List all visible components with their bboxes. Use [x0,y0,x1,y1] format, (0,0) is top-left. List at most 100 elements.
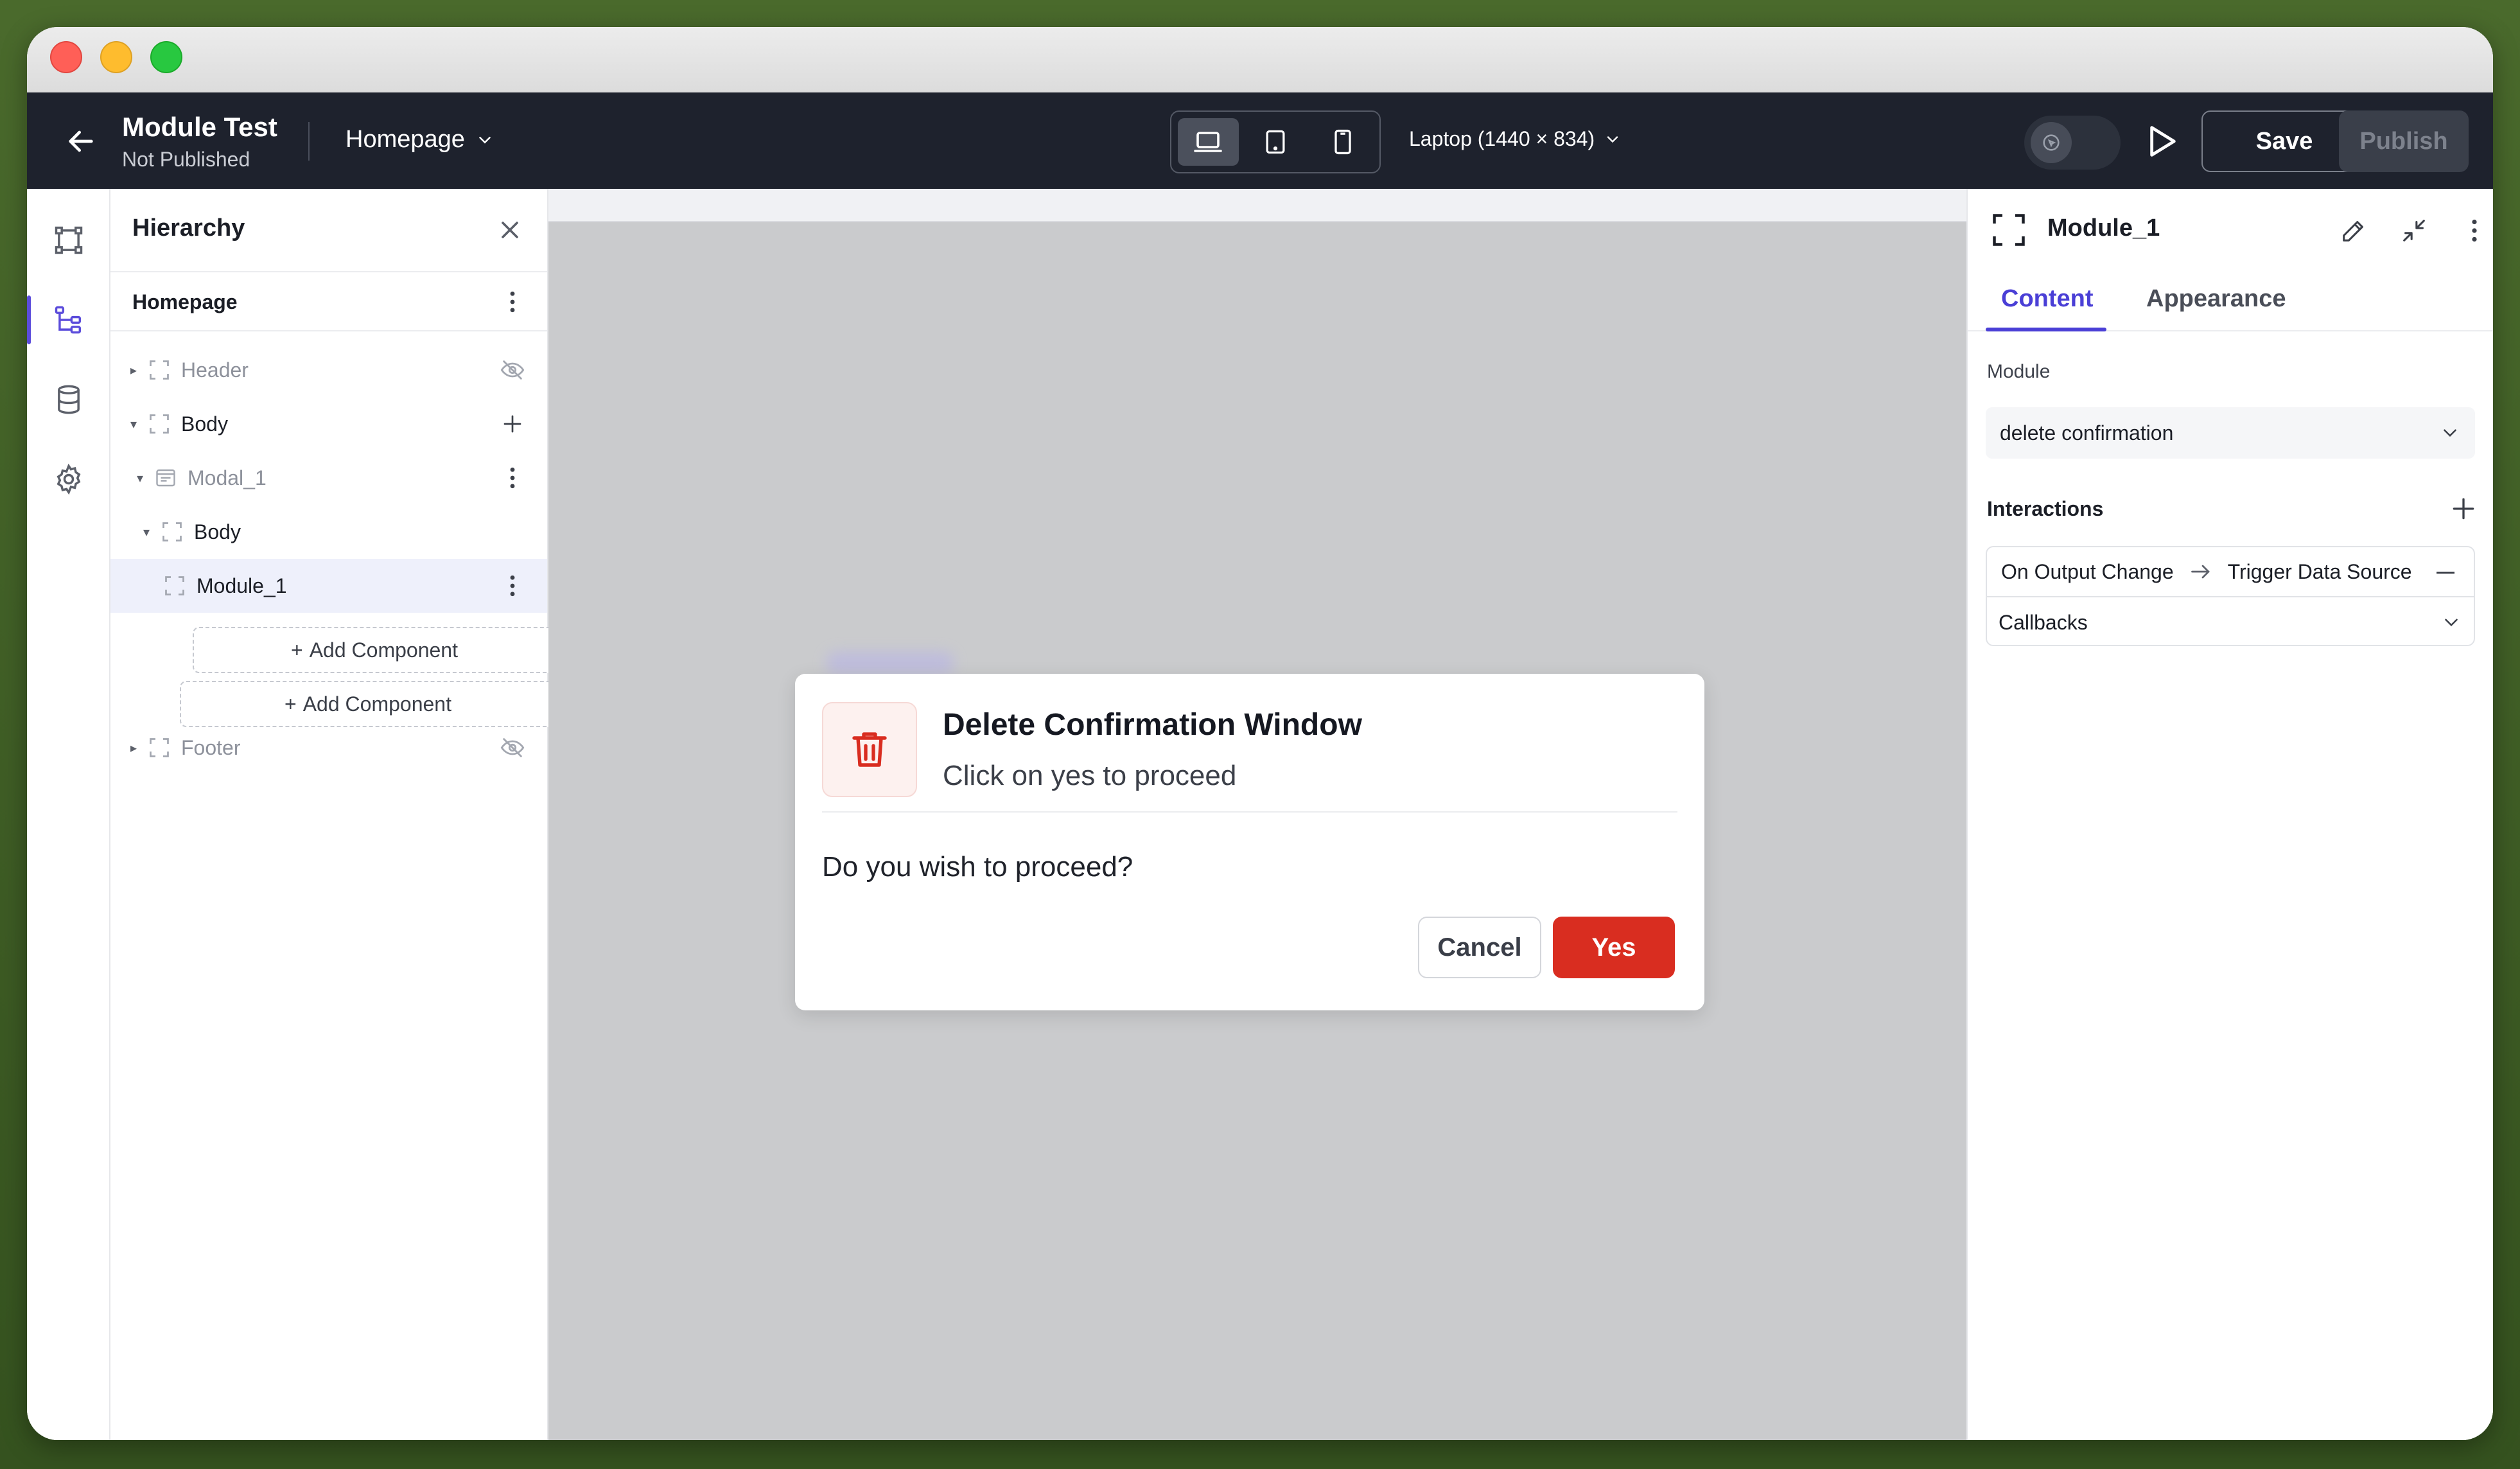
more-vertical-icon[interactable] [500,465,525,491]
toggle-knob [2031,122,2072,163]
caret-right-icon[interactable]: ▸ [127,740,140,756]
modal-subtitle: Click on yes to proceed [943,760,1237,791]
tree-node-label: Module_1 [197,574,287,597]
caret-right-icon[interactable]: ▸ [127,362,140,378]
rail-item-settings[interactable] [27,447,110,511]
rail-item-frames[interactable] [27,208,110,272]
container-icon [1993,214,2025,246]
close-icon[interactable] [496,216,524,244]
module-field-label: Module [1987,361,2051,382]
minimize-window-button[interactable] [100,41,132,73]
tab-appearance[interactable]: Appearance [2146,285,2286,313]
gear-icon [57,463,81,495]
hierarchy-icon [55,306,82,334]
header-divider [308,122,310,161]
frame-icon [55,226,83,254]
chevron-down-icon [2444,429,2456,437]
more-vertical-icon[interactable] [500,573,525,599]
preview-play-icon[interactable] [2140,121,2181,162]
interaction-card: On Output Change Trigger Data Source Cal… [1986,546,2475,646]
project-status: Not Published [122,148,250,171]
trash-icon [852,732,887,767]
caret-down-icon[interactable]: ▾ [127,416,140,432]
interaction-action: Trigger Data Source [2227,559,2412,583]
container-icon [150,738,169,757]
tree-node-label: Body [194,520,241,543]
tree-node-modal-body[interactable]: ▾ Body [110,505,547,559]
add-component-button[interactable]: + Add Component [193,627,556,673]
confirm-yes-button[interactable]: Yes [1553,917,1675,978]
interactions-title: Interactions [1987,497,2104,520]
delete-confirmation-modal: Delete Confirmation Window Click on yes … [795,674,1704,1010]
cancel-button[interactable]: Cancel [1418,917,1541,978]
tree-node-label: Body [181,412,228,435]
chevron-down-icon [1607,136,1618,143]
left-rail [27,189,110,1440]
tree-node-module[interactable]: Module_1 [110,559,547,613]
interaction-event: On Output Change [2001,559,2174,583]
add-interaction-plus-icon[interactable] [2449,495,2478,523]
collapse-icon[interactable] [2397,213,2431,248]
module-select-value: delete confirmation [2000,421,2174,444]
rail-item-hierarchy[interactable] [27,288,110,352]
eye-off-icon[interactable] [500,357,525,383]
edit-pencil-icon[interactable] [2336,213,2371,248]
active-tab-indicator [1986,328,2106,331]
tree-node-footer[interactable]: ▸ Footer [110,721,547,775]
plus-icon: + [291,638,303,662]
container-icon [150,360,169,380]
hierarchy-page-label: Homepage [132,290,238,313]
container-icon [165,576,184,595]
database-icon [58,385,80,414]
design-canvas[interactable]: Delete Confirmation Window Click on yes … [548,189,1966,1440]
eye-off-icon[interactable] [500,735,525,761]
modal-title: Delete Confirmation Window [943,708,1362,742]
tablet-icon [1266,130,1285,154]
publish-button[interactable]: Publish [2339,110,2469,172]
modal-divider [822,811,1677,813]
chevron-down-icon [2445,619,2458,627]
caret-down-icon[interactable]: ▾ [134,470,146,486]
callbacks-select[interactable]: Callbacks [1987,597,2474,647]
tree-node-label: Footer [181,735,241,759]
laptop-view-button[interactable] [1178,118,1239,166]
pointer-icon [2043,134,2060,151]
app-header: Module Test Not Published Homepage Lapto… [27,92,2493,189]
interaction-row[interactable]: On Output Change Trigger Data Source [1987,547,2474,597]
maximize-window-button[interactable] [150,41,182,73]
properties-title: Module_1 [2047,215,2160,242]
chevron-down-icon [479,136,491,144]
viewport-label: Laptop (1440 × 834) [1409,127,1595,150]
add-component-label: Add Component [302,692,451,716]
caret-down-icon[interactable]: ▾ [140,524,153,540]
page-selector[interactable]: Homepage [346,126,494,154]
rail-item-data[interactable] [27,367,110,432]
properties-tabs: Content Appearance [1968,272,2493,331]
hierarchy-header: Hierarchy [110,189,547,272]
container-icon [162,522,182,541]
tree-node-modal[interactable]: ▾ Modal_1 [110,451,547,505]
app-window: Module Test Not Published Homepage Lapto… [27,27,2493,1440]
more-vertical-icon[interactable] [500,289,525,315]
remove-interaction-icon[interactable] [2437,572,2454,574]
tree-node-body[interactable]: ▾ Body [110,397,547,451]
more-vertical-icon[interactable] [2457,213,2492,248]
laptop-icon [1194,132,1223,152]
plus-icon: + [284,692,297,716]
add-component-label: Add Component [309,638,458,662]
theme-toggle[interactable] [2024,116,2121,170]
modal-icon-box [822,702,917,797]
module-select[interactable]: delete confirmation [1986,407,2475,459]
container-icon [150,414,169,434]
arrow-right-icon [2191,565,2210,579]
plus-icon[interactable] [500,411,525,437]
mobile-view-button[interactable] [1312,118,1373,166]
tree-node-header[interactable]: ▸ Header [110,343,547,397]
viewport-selector[interactable]: Laptop (1440 × 834) [1409,127,1622,151]
tab-content[interactable]: Content [2001,285,2094,313]
canvas-highlight [826,651,954,674]
close-window-button[interactable] [50,41,82,73]
tablet-view-button[interactable] [1245,118,1306,166]
hierarchy-page-row[interactable]: Homepage [110,272,547,331]
back-arrow-icon[interactable] [63,123,99,159]
